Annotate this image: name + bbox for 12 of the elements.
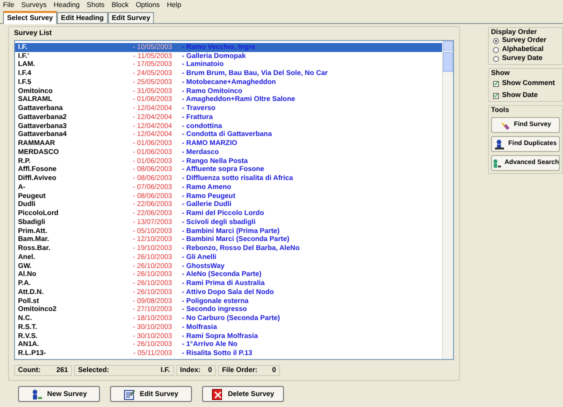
person-icon — [494, 138, 506, 150]
person-icon — [31, 388, 42, 400]
radio-button[interactable] — [493, 46, 499, 52]
document-icon — [212, 388, 223, 400]
flashlight-icon — [500, 120, 511, 130]
radio-button[interactable] — [493, 56, 499, 62]
checkbox[interactable] — [493, 92, 499, 98]
person-icon — [492, 158, 502, 168]
checkbox[interactable] — [493, 80, 499, 86]
radio-button[interactable] — [493, 38, 499, 44]
scrollbar[interactable] — [442, 41, 453, 359]
document-icon — [124, 388, 135, 400]
